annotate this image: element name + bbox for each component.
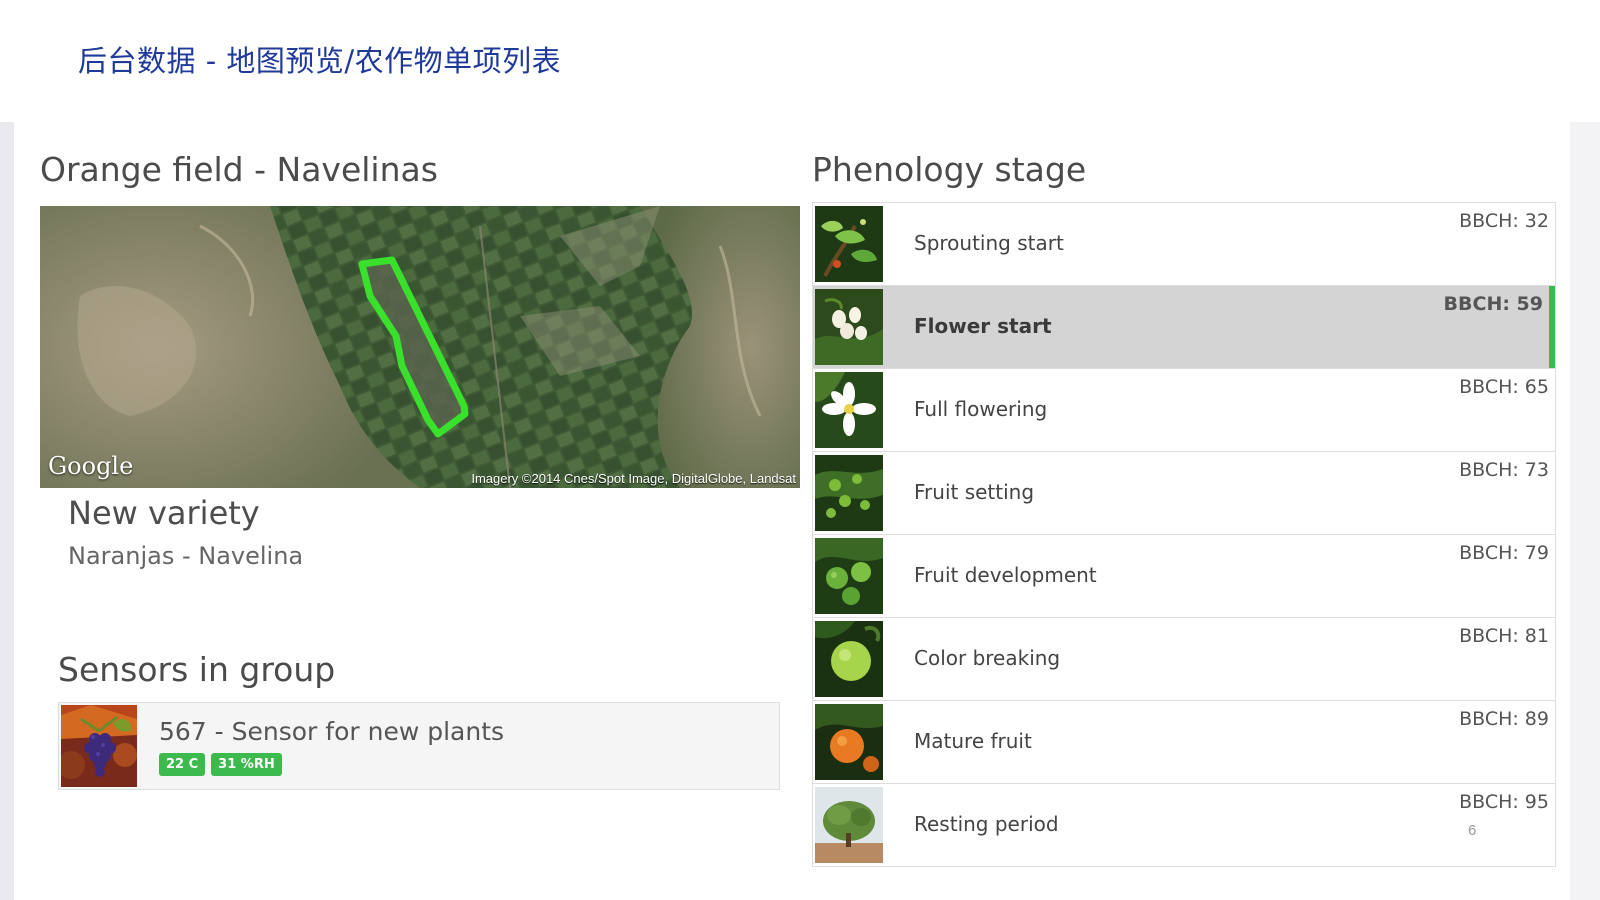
sensors-title: Sensors in group xyxy=(58,650,336,689)
fruit-set-image xyxy=(815,455,883,531)
phenology-stage-label: Sprouting start xyxy=(914,231,1064,255)
phenology-item[interactable]: Resting period BBCH: 95 xyxy=(813,784,1555,866)
variety-name: Naranjas - Navelina xyxy=(68,542,304,570)
phenology-list: Sprouting start BBCH: 32 Flower start BB… xyxy=(812,202,1556,867)
mature-orange-image xyxy=(815,704,883,780)
variety-title: New variety xyxy=(68,494,260,532)
sprout-image xyxy=(815,206,883,282)
bbch-code: BBCH: 65 xyxy=(1459,376,1549,398)
phenology-stage-label: Color breaking xyxy=(914,646,1061,670)
sensor-card[interactable]: 567 - Sensor for new plants 22 C 31 %RH xyxy=(58,702,780,790)
phenology-stage-label: Fruit development xyxy=(914,563,1097,587)
field-title: Orange field - Navelinas xyxy=(40,150,438,189)
phenology-stage-label: Flower start xyxy=(914,314,1052,338)
satellite-map[interactable]: Google Imagery ©2014 Cnes/Spot Image, Di… xyxy=(40,206,800,488)
phenology-stage-label: Mature fruit xyxy=(914,729,1032,753)
flower-bud-image xyxy=(815,289,883,365)
tree-image xyxy=(815,787,883,863)
temperature-badge: 22 C xyxy=(159,753,206,776)
map-logo: Google xyxy=(48,452,134,480)
grapes-image xyxy=(61,705,137,787)
phenology-item[interactable]: Full flowering BBCH: 65 xyxy=(813,369,1555,452)
phenology-item[interactable]: Fruit setting BBCH: 73 xyxy=(813,452,1555,535)
bbch-code: BBCH: 59 xyxy=(1443,293,1543,315)
bbch-code: BBCH: 95 xyxy=(1459,791,1549,813)
bbch-code: BBCH: 79 xyxy=(1459,542,1549,564)
bbch-code: BBCH: 89 xyxy=(1459,708,1549,730)
humidity-badge: 31 %RH xyxy=(211,753,282,776)
phenology-stage-label: Fruit setting xyxy=(914,480,1035,504)
open-flower-image xyxy=(815,372,883,448)
bbch-code: BBCH: 32 xyxy=(1459,210,1549,232)
color-break-image xyxy=(815,621,883,697)
phenology-item[interactable]: Color breaking BBCH: 81 xyxy=(813,618,1555,701)
phenology-item-active[interactable]: Flower start BBCH: 59 xyxy=(813,286,1555,369)
phenology-title: Phenology stage xyxy=(812,150,1087,189)
sensor-readings: 22 C 31 %RH xyxy=(159,753,282,776)
map-attribution: Imagery ©2014 Cnes/Spot Image, DigitalGl… xyxy=(471,471,796,486)
bbch-code: BBCH: 73 xyxy=(1459,459,1549,481)
phenology-stage-label: Resting period xyxy=(914,812,1059,836)
bbch-code: BBCH: 81 xyxy=(1459,625,1549,647)
phenology-item[interactable]: Fruit development BBCH: 79 xyxy=(813,535,1555,618)
page-number: 6 xyxy=(1468,822,1477,839)
map-imagery xyxy=(40,206,800,488)
sensor-name[interactable]: 567 - Sensor for new plants xyxy=(159,717,504,746)
phenology-item[interactable]: Mature fruit BBCH: 89 xyxy=(813,701,1555,784)
green-fruit-image xyxy=(815,538,883,614)
right-border xyxy=(1570,122,1600,900)
app-panel: Orange field - Navelinas Phenology stage xyxy=(14,122,1570,900)
left-border xyxy=(0,122,14,900)
phenology-item[interactable]: Sprouting start BBCH: 32 xyxy=(813,203,1555,286)
phenology-stage-label: Full flowering xyxy=(914,397,1048,421)
slide-title: 后台数据 - 地图预览/农作物单项列表 xyxy=(78,44,562,78)
